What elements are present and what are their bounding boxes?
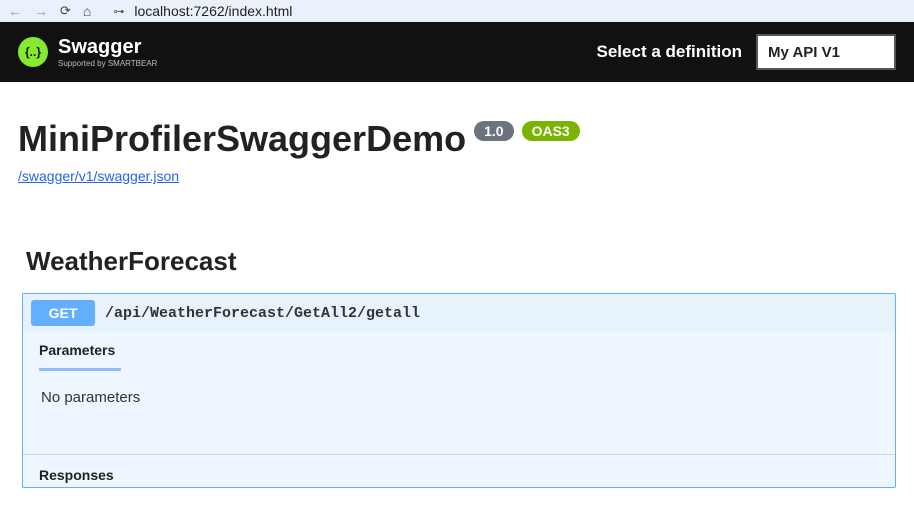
no-parameters-text: No parameters bbox=[23, 371, 895, 454]
home-icon[interactable]: ⌂ bbox=[83, 3, 91, 19]
swagger-json-link[interactable]: /swagger/v1/swagger.json bbox=[18, 168, 179, 184]
brand: {..} Swagger Supported by SMARTBEAR bbox=[18, 37, 157, 68]
parameters-heading: Parameters bbox=[23, 332, 131, 358]
forward-icon[interactable]: → bbox=[34, 3, 48, 19]
main-content: MiniProfilerSwaggerDemo 1.0 OAS3 /swagge… bbox=[0, 82, 914, 488]
definition-selector: Select a definition My API V1 bbox=[597, 34, 896, 70]
definition-value: My API V1 bbox=[768, 44, 840, 61]
api-title: MiniProfilerSwaggerDemo bbox=[18, 118, 466, 160]
definition-dropdown[interactable]: My API V1 bbox=[756, 34, 896, 70]
definition-label: Select a definition bbox=[597, 42, 742, 62]
version-badge: 1.0 bbox=[474, 121, 513, 141]
reload-icon[interactable]: ⟳ bbox=[60, 3, 71, 19]
operation-path: /api/WeatherForecast/GetAll2/getall bbox=[105, 305, 420, 322]
operation-body: Parameters No parameters Responses bbox=[23, 332, 895, 487]
brand-subtext: Supported by SMARTBEAR bbox=[58, 60, 157, 68]
site-info-icon[interactable]: ⊶ bbox=[113, 5, 124, 18]
api-title-row: MiniProfilerSwaggerDemo 1.0 OAS3 bbox=[18, 118, 896, 160]
operation-header[interactable]: GET /api/WeatherForecast/GetAll2/getall bbox=[23, 294, 895, 332]
operation-block: GET /api/WeatherForecast/GetAll2/getall … bbox=[22, 293, 896, 488]
browser-toolbar: ← → ⟳ ⌂ ⊶ localhost:7262/index.html bbox=[0, 0, 914, 22]
swagger-topbar: {..} Swagger Supported by SMARTBEAR Sele… bbox=[0, 22, 914, 82]
swagger-logo-icon: {..} bbox=[18, 37, 48, 67]
responses-heading: Responses bbox=[23, 455, 895, 487]
back-icon[interactable]: ← bbox=[8, 3, 22, 19]
http-method-badge: GET bbox=[31, 300, 95, 326]
url-text: localhost:7262/index.html bbox=[134, 3, 292, 19]
oas-badge: OAS3 bbox=[522, 121, 580, 141]
brand-name: Swagger bbox=[58, 37, 157, 57]
tag-heading[interactable]: WeatherForecast bbox=[26, 246, 896, 277]
